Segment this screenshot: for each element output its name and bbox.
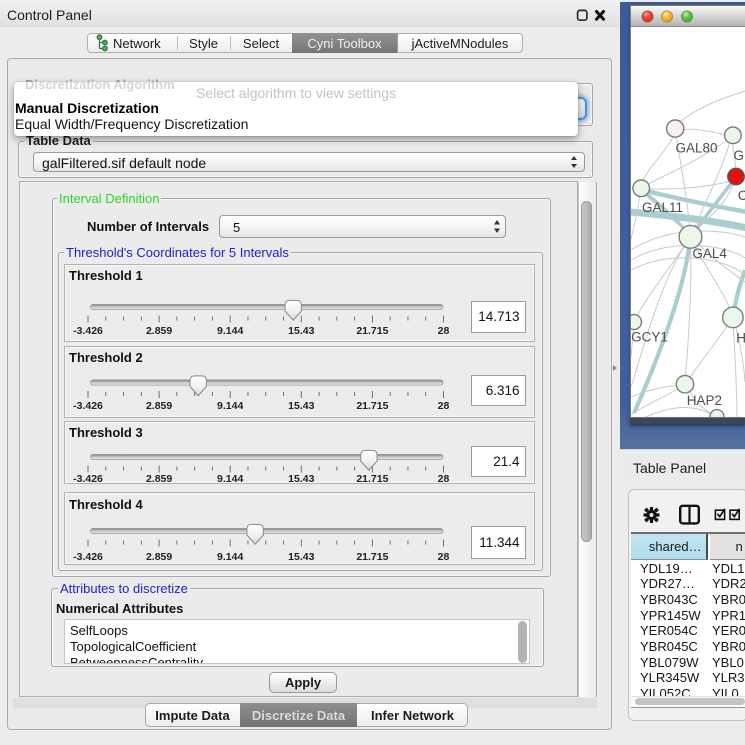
svg-text:C: C [738,188,745,203]
svg-text:HAP2: HAP2 [687,393,722,408]
svg-text:H: H [736,331,745,346]
svg-text:G.: G. [734,148,745,163]
svg-text:GAL80: GAL80 [676,141,718,156]
svg-text:GAL11: GAL11 [642,200,683,215]
svg-text:GAL4: GAL4 [692,246,727,261]
svg-text:GCY1: GCY1 [631,330,668,345]
